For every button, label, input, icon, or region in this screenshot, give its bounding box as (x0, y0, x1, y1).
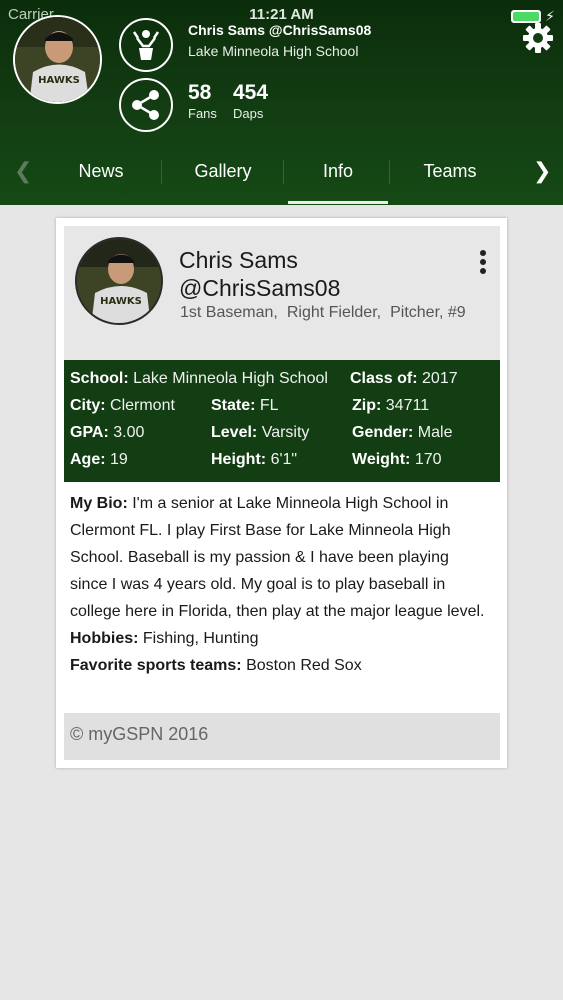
positions-list: 1st Baseman, Right Fielder, Pitcher, #9 (180, 304, 475, 322)
share-icon[interactable] (119, 78, 173, 132)
gpa-label: GPA: (70, 424, 109, 441)
city-value: Clermont (110, 397, 175, 414)
profile-header: Carrier 11:21 AM ⚡ HAWKS Chris Sams @Chr… (0, 0, 563, 205)
weight-value: 170 (414, 451, 442, 468)
tab-info-label: Info (322, 161, 354, 181)
svg-text:HAWKS: HAWKS (38, 75, 80, 86)
state-value: FL (259, 397, 279, 414)
hobbies-line: Hobbies: Fishing, Hunting (70, 625, 490, 652)
daps-label: Daps (233, 106, 264, 121)
profile-name: Chris Sams (179, 247, 298, 273)
trophy-icon[interactable] (119, 18, 173, 72)
profile-summary: HAWKS Chris Sams @ChrisSams08 1st Basema… (64, 226, 500, 360)
status-bar: Carrier 11:21 AM ⚡ (0, 4, 563, 24)
bio-section: My Bio: I'm a senior at Lake Minneola Hi… (70, 490, 490, 679)
bio-text: I'm a senior at Lake Minneola High Schoo… (70, 495, 485, 620)
details-panel: School: Lake Minneola High School Class … (64, 360, 500, 482)
chevron-right-icon[interactable]: ❯ (533, 158, 551, 184)
header-school: Lake Minneola High School (188, 43, 359, 59)
profile-avatar[interactable]: HAWKS (75, 237, 163, 325)
school-value: Lake Minneola High School (133, 370, 328, 387)
level-label: Level: (211, 424, 258, 441)
clock: 11:21 AM (249, 6, 314, 23)
favorite-teams-label: Favorite sports teams: (70, 657, 242, 674)
age-value: 19 (110, 451, 128, 468)
tab-teams[interactable]: Teams (396, 150, 504, 202)
svg-text:HAWKS: HAWKS (100, 296, 142, 307)
state-label: State: (211, 397, 256, 414)
position-item: 1st Baseman, (180, 304, 278, 321)
height-label: Height: (211, 451, 267, 468)
daps-count: 454 (233, 81, 269, 104)
fans-stat[interactable]: 58 Fans (188, 81, 217, 121)
weight-label: Weight: (352, 451, 411, 468)
profile-name-block: Chris Sams @ChrisSams08 (179, 246, 340, 302)
city-label: City: (70, 397, 106, 414)
zip-label: Zip: (352, 397, 382, 414)
favorite-teams-value: Boston Red Sox (246, 657, 362, 674)
info-card: HAWKS Chris Sams @ChrisSams08 1st Basema… (56, 218, 507, 768)
height-value: 6'1" (270, 451, 298, 468)
tab-info[interactable]: Info (288, 150, 388, 204)
more-options-icon[interactable] (478, 250, 488, 276)
school-label: School: (70, 370, 129, 387)
bio-label: My Bio: (70, 495, 128, 512)
age-label: Age: (70, 451, 106, 468)
active-tab-indicator (288, 201, 388, 204)
avatar[interactable]: HAWKS (13, 15, 102, 104)
copyright-footer: © myGSPN 2016 (64, 713, 500, 760)
bio-paragraph: My Bio: I'm a senior at Lake Minneola Hi… (70, 490, 490, 625)
class-label: Class of: (350, 370, 418, 387)
position-item: Right Fielder, (286, 304, 382, 321)
class-value: 2017 (422, 370, 458, 387)
favorite-teams-line: Favorite sports teams: Boston Red Sox (70, 652, 490, 679)
profile-handle: @ChrisSams08 (179, 275, 341, 301)
position-item: Pitcher, #9 (390, 304, 466, 321)
header-name-handle: Chris Sams @ChrisSams08 (188, 22, 372, 38)
gpa-value: 3.00 (113, 424, 145, 441)
hobbies-label: Hobbies: (70, 630, 139, 647)
chevron-left-icon[interactable]: ❮ (14, 158, 32, 184)
daps-stat[interactable]: 454 Daps (233, 81, 268, 121)
fans-count: 58 (188, 81, 212, 104)
tab-gallery[interactable]: Gallery (168, 150, 278, 202)
hobbies-value: Fishing, Hunting (142, 630, 259, 647)
gear-icon[interactable] (522, 22, 554, 54)
gender-value: Male (417, 424, 453, 441)
zip-value: 34711 (385, 397, 430, 414)
tab-news[interactable]: News (48, 150, 154, 202)
fans-label: Fans (188, 106, 217, 121)
level-value: Varsity (261, 424, 310, 441)
tab-bar: ❮ News Gallery Info Teams ❯ (0, 150, 563, 206)
gender-label: Gender: (352, 424, 414, 441)
